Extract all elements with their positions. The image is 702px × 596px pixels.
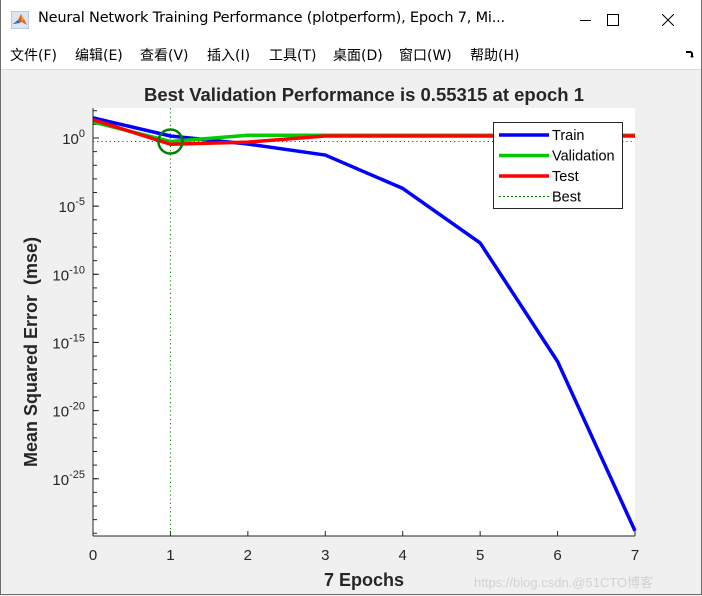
watermark: https://blog.csdn.@51CTO博客 bbox=[474, 575, 654, 590]
menu-file[interactable]: 文件(F) bbox=[10, 45, 57, 65]
window-title: Neural Network Training Performance (plo… bbox=[38, 10, 505, 26]
menu-desktop[interactable]: 桌面(D) bbox=[333, 45, 383, 65]
x-axis-label: 7 Epochs bbox=[324, 570, 404, 590]
x-tick-label: 2 bbox=[244, 547, 252, 564]
y-axis-label: Mean Squared Error (mse) bbox=[21, 237, 41, 467]
legend-label-train: Train bbox=[552, 128, 585, 144]
chart-title: Best Validation Performance is 0.55315 a… bbox=[144, 84, 584, 105]
menu-insert[interactable]: 插入(I) bbox=[207, 45, 250, 65]
close-icon bbox=[662, 13, 674, 26]
menu-bar: 文件(F) 编辑(E) 查看(V) 插入(I) 工具(T) 桌面(D) 窗口(W… bbox=[1, 39, 701, 70]
menu-help[interactable]: 帮助(H) bbox=[470, 45, 519, 65]
menu-edit[interactable]: 编辑(E) bbox=[75, 45, 123, 65]
maximize-button[interactable] bbox=[590, 0, 636, 39]
dock-arrow-icon[interactable] bbox=[685, 49, 695, 59]
menu-tools[interactable]: 工具(T) bbox=[269, 45, 316, 65]
legend-label-best: Best bbox=[552, 190, 581, 206]
x-tick-label: 0 bbox=[89, 547, 97, 564]
close-button[interactable] bbox=[645, 0, 691, 39]
menu-view[interactable]: 查看(V) bbox=[140, 45, 189, 65]
x-tick-label: 6 bbox=[553, 547, 561, 564]
maximize-icon bbox=[607, 13, 619, 26]
x-tick-label: 3 bbox=[321, 547, 329, 564]
y-tick-label: 10-20 bbox=[52, 401, 85, 421]
x-tick-label: 7 bbox=[631, 547, 639, 564]
y-tick-label: 10-5 bbox=[59, 196, 85, 216]
matlab-icon bbox=[11, 11, 29, 29]
legend-label-test: Test bbox=[552, 169, 579, 185]
performance-chart: Best Validation Performance is 0.55315 a… bbox=[21, 84, 639, 590]
y-tick-label: 10-10 bbox=[52, 264, 85, 284]
menu-window[interactable]: 窗口(W) bbox=[399, 45, 452, 65]
x-tick-label: 1 bbox=[166, 547, 174, 564]
legend-label-validation: Validation bbox=[552, 149, 615, 165]
y-tick-label: 10-15 bbox=[52, 332, 85, 352]
figure-window: Neural Network Training Performance (plo… bbox=[0, 0, 702, 595]
x-tick-label: 5 bbox=[476, 547, 484, 564]
title-bar[interactable]: Neural Network Training Performance (plo… bbox=[1, 0, 701, 39]
y-tick-label: 100 bbox=[62, 128, 85, 148]
figure-canvas: Best Validation Performance is 0.55315 a… bbox=[1, 70, 701, 594]
x-tick-label: 4 bbox=[399, 547, 407, 564]
y-tick-label: 10-25 bbox=[52, 469, 85, 489]
